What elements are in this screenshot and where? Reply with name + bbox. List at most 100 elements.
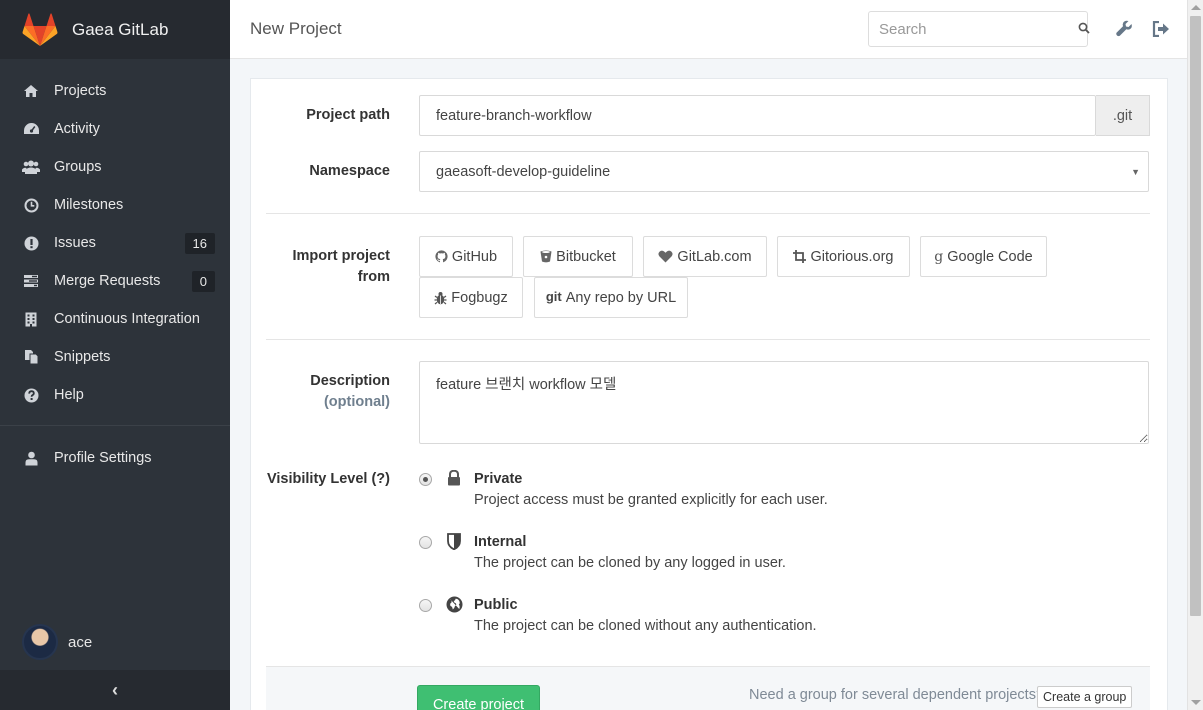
import-source-label: Gitorious.org [810,248,894,265]
sidebar-item-milestones[interactable]: Milestones [0,186,230,224]
visibility-title: Public [474,597,518,613]
import-source-label: Bitbucket [556,248,616,265]
sidebar-item-continuous-integration[interactable]: Continuous Integration [0,300,230,338]
new-project-form: Project path feature-branch-workflow .gi… [250,78,1168,710]
project-path-group: feature-branch-workflow .git [419,95,1150,136]
public-radio[interactable] [419,599,432,612]
import-source-label: Fogbugz [451,289,508,306]
sidebar-item-label: Projects [54,83,107,99]
sidebar-item-projects[interactable]: Projects [0,72,230,110]
scroll-down-arrow-icon[interactable] [1191,700,1201,705]
brand[interactable]: Gaea GitLab [0,0,230,59]
crop-icon [793,250,807,263]
clock-icon [22,196,40,214]
import-gitorious-button[interactable]: Gitorious.org [777,236,910,277]
visibility-title: Private [474,471,523,487]
sidebar-divider [0,425,230,426]
sign-out-icon[interactable] [1150,18,1172,40]
sidebar-item-help[interactable]: Help [0,376,230,414]
current-user[interactable]: ace [22,624,92,660]
admin-wrench-icon[interactable] [1113,18,1135,40]
import-google-code-button[interactable]: g Google Code [920,236,1047,277]
import-fogbugz-button[interactable]: Fogbugz [419,277,523,318]
username: ace [68,633,93,651]
divider [266,339,1150,340]
import-github-button[interactable]: GitHub [419,236,513,277]
google-icon: g [934,248,944,265]
group-icon [22,158,40,176]
description-label: Description (optional) [266,371,390,413]
scroll-up-arrow-icon[interactable] [1191,5,1201,10]
import-bitbucket-button[interactable]: Bitbucket [523,236,633,277]
shield-icon [445,532,463,550]
sidebar-item-label: Profile Settings [54,450,152,466]
exclamation-icon [22,234,40,252]
search-input[interactable] [879,20,1078,38]
namespace-select[interactable]: gaeasoft-develop-guideline ▼ [419,151,1149,192]
issues-count-badge: 16 [184,232,215,254]
visibility-title: Internal [474,534,527,550]
import-source-label: Any repo by URL [565,289,677,306]
copy-icon [22,348,40,366]
heart-icon [658,250,673,263]
user-icon [22,449,40,467]
visibility-label[interactable]: Visibility Level (?) [266,469,390,490]
gitlab-logo-icon [22,12,58,46]
sidebar-item-merge-requests[interactable]: Merge Requests 0 [0,262,230,300]
dashboard-icon [22,120,40,138]
project-path-input[interactable]: feature-branch-workflow [419,95,1096,136]
sidebar-item-label: Help [54,387,84,403]
chevron-left-icon: ‹ [112,679,118,700]
sidebar-item-label: Groups [54,159,102,175]
private-radio[interactable] [419,473,432,486]
sidebar: Gaea GitLab Projects Activity Groups Mil… [0,0,230,710]
import-label: Import project from [266,246,390,288]
sidebar-item-label: Snippets [54,349,111,365]
sidebar-item-snippets[interactable]: Snippets [0,338,230,376]
sidebar-item-label: Continuous Integration [54,311,200,327]
import-source-label: GitHub [451,248,498,265]
create-group-button[interactable]: Create a group [1037,686,1133,708]
namespace-label: Namespace [309,163,390,179]
page-scrollbar[interactable] [1187,0,1203,710]
internal-radio[interactable] [419,536,432,549]
collapse-sidebar-button[interactable]: ‹ [0,670,230,710]
sidebar-item-label: Activity [54,121,100,137]
git-icon: git [545,288,562,304]
import-source-label: GitLab.com [677,248,752,265]
app-name: Gaea GitLab [72,19,169,39]
scrollbar-thumb[interactable] [1190,16,1201,616]
namespace-value: gaeasoft-develop-guideline [436,163,611,180]
sidebar-item-issues[interactable]: Issues 16 [0,224,230,262]
bitbucket-icon [540,250,552,263]
description-optional: (optional) [323,394,390,410]
tasks-icon [22,272,40,290]
sidebar-item-activity[interactable]: Activity [0,110,230,148]
create-project-button[interactable]: Create project [417,685,540,710]
merge-requests-count-badge: 0 [191,270,215,292]
bug-icon [434,291,447,305]
sidebar-item-label: Merge Requests [54,273,161,289]
avatar [22,624,58,660]
search-icon[interactable] [1078,21,1090,37]
import-label-line1: Import project [292,248,390,264]
visibility-description: The project can be cloned without any au… [474,618,817,634]
description-textarea[interactable]: feature 브랜치 workflow 모델 [419,361,1149,444]
divider [266,213,1150,214]
dropdown-arrow-icon: ▼ [1131,166,1140,177]
home-icon [22,82,40,100]
sidebar-item-label: Issues [54,235,96,251]
sidebar-item-profile-settings[interactable]: Profile Settings [0,439,230,477]
visibility-description: Project access must be granted explicitl… [474,492,828,508]
question-icon [22,386,40,404]
import-any-repo-button[interactable]: git Any repo by URL [534,277,688,318]
project-path-label: Project path [306,107,390,123]
main-content: Project path feature-branch-workflow .gi… [230,59,1187,710]
sidebar-item-groups[interactable]: Groups [0,148,230,186]
import-source-label: Google Code [947,248,1033,265]
header: New Project [230,0,1187,59]
page-title: New Project [250,19,342,38]
github-icon [435,250,448,263]
globe-icon [445,595,463,613]
import-gitlab-com-button[interactable]: GitLab.com [643,236,767,277]
